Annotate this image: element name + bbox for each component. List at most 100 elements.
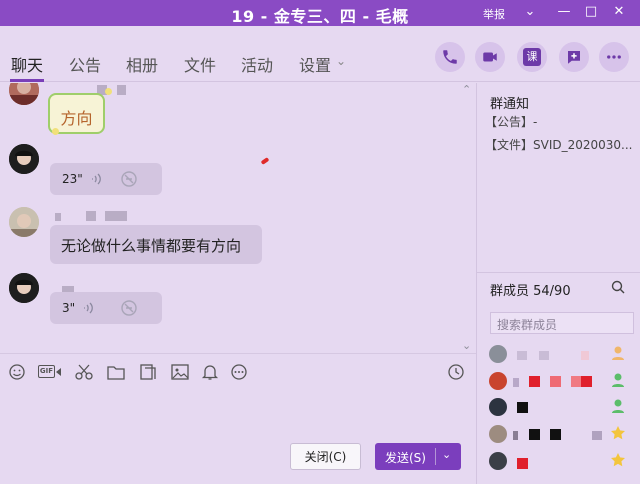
member-row[interactable] <box>477 423 640 447</box>
history-clock-icon <box>448 364 464 380</box>
send-button-label: 发送(S) <box>385 451 426 465</box>
avatar <box>489 345 507 363</box>
voice-message[interactable]: 3" <box>50 292 162 324</box>
redacted-name <box>581 351 589 360</box>
redacted-name <box>513 378 519 387</box>
sparkle-icon <box>105 88 112 95</box>
bell-icon <box>201 365 219 380</box>
redacted-name <box>571 376 581 387</box>
phone-icon <box>443 50 457 64</box>
member-row[interactable] <box>477 343 640 367</box>
member-row[interactable] <box>477 396 640 420</box>
add-app-icon <box>568 51 580 64</box>
more-button[interactable] <box>599 42 629 72</box>
scroll-down-icon[interactable]: ⌄ <box>462 339 471 352</box>
scissors-icon <box>75 364 93 380</box>
more-tools-button[interactable] <box>229 363 249 381</box>
more-icon <box>607 55 621 59</box>
window-menu-button[interactable]: ⌄ <box>520 2 540 22</box>
redacted-name <box>517 351 527 360</box>
star-badge-icon <box>611 453 625 467</box>
message-history-button[interactable] <box>446 363 466 381</box>
redacted-name <box>581 376 592 387</box>
tab-settings[interactable]: 设置 <box>299 52 331 76</box>
send-file-button[interactable] <box>106 363 126 381</box>
chevron-down-icon[interactable]: ⌄ <box>336 54 346 68</box>
add-app-button[interactable] <box>559 42 589 72</box>
chevron-down-icon[interactable]: ⌄ <box>442 448 451 461</box>
red-mark <box>260 157 270 165</box>
text-message[interactable]: 无论做什么事情都要有方向 <box>50 225 262 264</box>
member-row[interactable] <box>477 450 640 474</box>
report-link[interactable]: 举报 <box>483 6 505 22</box>
input-divider <box>0 353 476 354</box>
send-picture-button[interactable] <box>170 363 190 381</box>
tab-album[interactable]: 相册 <box>126 52 158 76</box>
redacted-name <box>117 85 126 95</box>
message-text: 无论做什么事情都要有方向 <box>61 237 242 255</box>
speech-to-text-icon[interactable] <box>120 170 138 188</box>
person-photo-icon <box>9 144 39 174</box>
redacted-name <box>517 402 528 413</box>
notice-announcement[interactable]: 【公告】- <box>485 113 537 130</box>
message-input[interactable] <box>8 388 468 436</box>
message-text: 方向 <box>60 109 93 128</box>
panel-divider <box>477 272 640 273</box>
send-image-file-button[interactable] <box>138 363 158 381</box>
image-file-icon <box>140 364 156 380</box>
avatar[interactable] <box>9 144 39 174</box>
person-photo-icon <box>9 273 39 303</box>
voice-message[interactable]: 23" <box>50 163 162 195</box>
tab-activity[interactable]: 活动 <box>241 52 273 76</box>
tab-chat[interactable]: 聊天 <box>11 52 43 76</box>
reminder-button[interactable] <box>200 363 220 381</box>
lesson-button[interactable]: 课 <box>517 42 547 72</box>
redacted-name <box>105 211 127 221</box>
avatar[interactable] <box>9 273 39 303</box>
avatar <box>489 372 507 390</box>
send-split-divider <box>435 448 436 465</box>
redacted-name <box>592 431 602 440</box>
redacted-name <box>529 429 540 440</box>
minimize-button[interactable]: — <box>554 2 574 22</box>
search-icon[interactable] <box>610 279 626 295</box>
video-call-button[interactable] <box>475 42 505 72</box>
close-window-button[interactable]: ✕ <box>609 2 629 22</box>
screenshot-button[interactable] <box>74 363 94 381</box>
redacted-name <box>517 458 528 469</box>
picture-icon <box>171 364 189 380</box>
tab-announcement[interactable]: 公告 <box>69 52 101 76</box>
redacted-name <box>529 376 540 387</box>
chat-message-list[interactable]: ⌃ 方向 23" 无论做什么事情都要有方向 3" ⌄ <box>0 83 476 353</box>
redacted-name <box>550 429 561 440</box>
video-icon <box>483 52 497 62</box>
voice-wave-icon <box>92 173 101 185</box>
maximize-button[interactable]: □ <box>581 2 601 22</box>
avatar[interactable] <box>9 83 39 105</box>
close-button[interactable]: 关闭(C) <box>290 443 361 470</box>
owner-badge-icon <box>612 346 624 360</box>
avatar[interactable] <box>9 207 39 237</box>
scroll-up-icon[interactable]: ⌃ <box>462 83 471 96</box>
speech-to-text-icon[interactable] <box>120 299 138 317</box>
star-badge-icon <box>611 426 625 440</box>
redacted-name <box>86 211 96 221</box>
group-notice-title: 群通知 <box>490 97 530 112</box>
phone-call-button[interactable] <box>435 42 465 72</box>
emoji-icon <box>9 364 25 380</box>
gif-button[interactable]: GIF <box>38 363 62 381</box>
sparkle-icon <box>52 128 59 135</box>
notice-file[interactable]: 【文件】SVID_2020030... <box>485 136 633 153</box>
admin-badge-icon <box>612 373 624 387</box>
tab-files[interactable]: 文件 <box>184 52 216 76</box>
avatar <box>489 425 507 443</box>
member-row[interactable] <box>477 370 640 394</box>
group-members-title: 群成员 54/90 <box>490 284 571 299</box>
group-side-panel: 群通知 【公告】- 【文件】SVID_2020030... 群成员 54/90 … <box>476 83 640 484</box>
gif-icon: GIF <box>38 365 55 378</box>
member-search-input[interactable]: 搜索群成员 <box>490 312 634 334</box>
window-title: 19 - 金专三、四 - 毛概 <box>231 7 409 26</box>
emoji-button[interactable] <box>7 363 27 381</box>
send-button[interactable]: 发送(S) ⌄ <box>375 443 461 470</box>
person-photo-icon <box>9 83 39 105</box>
